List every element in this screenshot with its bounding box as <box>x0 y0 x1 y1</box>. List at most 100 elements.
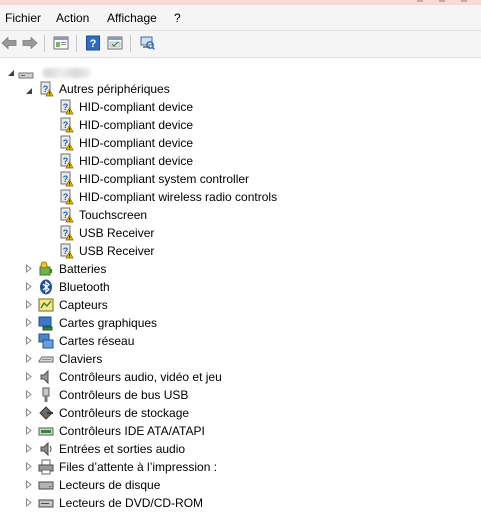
tree-label: HID-compliant device <box>79 100 194 114</box>
svg-text:?: ? <box>63 120 69 130</box>
tree-label: Touchscreen <box>79 208 148 222</box>
tree-category-entrees-sorties-audio[interactable]: Entrées et sorties audio <box>38 440 187 458</box>
svg-text:?: ? <box>63 210 69 220</box>
dvd-drive-icon <box>38 495 54 511</box>
tree-category-cartes-graphiques[interactable]: Cartes graphiques <box>38 314 159 332</box>
unknown-device-warning-icon: ? <box>58 225 74 241</box>
tree-label: Bluetooth <box>59 280 110 294</box>
collapse-arrow-icon[interactable] <box>6 68 15 77</box>
expand-arrow-icon[interactable] <box>24 426 33 435</box>
tree-label: HID-compliant device <box>79 136 194 150</box>
tree-category-capteurs[interactable]: Capteurs <box>38 296 110 314</box>
expand-arrow-icon[interactable] <box>24 264 33 273</box>
display-adapter-icon <box>38 315 54 331</box>
tree-item-device[interactable]: ? Touchscreen <box>58 206 149 224</box>
unknown-device-warning-icon: ? <box>58 243 74 259</box>
expand-arrow-icon[interactable] <box>24 480 33 489</box>
back-arrow-icon[interactable] <box>0 34 18 52</box>
tree-item-device[interactable]: ? HID-compliant device <box>58 134 195 152</box>
tree-category-controleurs-stockage[interactable]: Contrôleurs de stockage <box>38 404 191 422</box>
expand-arrow-icon[interactable] <box>24 444 33 453</box>
menu-bar: Fichier Action Affichage ? <box>0 5 481 31</box>
svg-text:?: ? <box>63 192 69 202</box>
tree-category-batteries[interactable]: Batteries <box>38 260 108 278</box>
tree-category-files-impression[interactable]: Files d’attente à l’impression : <box>38 458 219 476</box>
tree-label: USB Receiver <box>79 244 155 258</box>
properties-window-icon[interactable] <box>52 34 70 52</box>
unknown-device-warning-icon: ? <box>58 207 74 223</box>
tree-item-device[interactable]: ? HID-compliant device <box>58 116 195 134</box>
device-tree: ? Autres périphériques ? HID-compliant d… <box>0 58 481 510</box>
tree-label: Cartes graphiques <box>59 316 158 330</box>
tree-label: USB Receiver <box>79 226 155 240</box>
tree-item-device[interactable]: ? HID-compliant wireless radio controls <box>58 188 279 206</box>
storage-controller-icon <box>38 405 54 421</box>
tree-label: Capteurs <box>59 298 108 312</box>
expand-arrow-icon[interactable] <box>24 354 33 363</box>
expand-arrow-icon[interactable] <box>24 390 33 399</box>
tree-item-device[interactable]: ? HID-compliant device <box>58 152 195 170</box>
help-book-icon[interactable]: ? <box>84 34 102 52</box>
expand-arrow-icon[interactable] <box>24 300 33 309</box>
svg-text:?: ? <box>63 156 69 166</box>
unknown-device-warning-icon: ? <box>58 135 74 151</box>
speaker-icon <box>38 369 54 385</box>
device-view-icon[interactable] <box>106 34 124 52</box>
tree-item-device[interactable]: ? USB Receiver <box>58 242 156 260</box>
tree-label: Contrôleurs de stockage <box>59 406 190 420</box>
collapse-arrow-icon[interactable] <box>24 86 33 95</box>
menu-fichier[interactable]: Fichier <box>5 10 41 26</box>
tree-category-cartes-reseau[interactable]: Cartes réseau <box>38 332 136 350</box>
expand-arrow-icon[interactable] <box>24 462 33 471</box>
menu-affichage[interactable]: Affichage <box>107 10 157 26</box>
tree-label: Contrôleurs audio, vidéo et jeu <box>59 370 222 384</box>
tree-label: Contrôleurs IDE ATA/ATAPI <box>59 424 205 438</box>
tree-category-controleurs-usb[interactable]: Contrôleurs de bus USB <box>38 386 190 404</box>
tree-label: Entrées et sorties audio <box>59 442 186 456</box>
tree-item-device[interactable]: ? HID-compliant device <box>58 98 195 116</box>
menu-help[interactable]: ? <box>174 10 181 26</box>
svg-text:?: ? <box>63 138 69 148</box>
expand-arrow-icon[interactable] <box>24 282 33 291</box>
tree-label: Files d’attente à l’impression : <box>59 460 218 474</box>
toolbar-separator <box>130 35 131 52</box>
svg-text:?: ? <box>63 102 69 112</box>
unknown-device-warning-icon: ? <box>58 189 74 205</box>
svg-text:?: ? <box>63 228 69 238</box>
ide-controller-icon <box>38 423 54 439</box>
tree-label: Autres périphériques <box>59 82 170 96</box>
tree-label: Cartes réseau <box>59 334 135 348</box>
tree-category-controleurs-ide[interactable]: Contrôleurs IDE ATA/ATAPI <box>38 422 207 440</box>
tree-group-autres-peripheriques[interactable]: ? Autres périphériques <box>38 80 172 98</box>
printer-icon <box>38 459 54 475</box>
blurred-hostname <box>43 68 91 78</box>
expand-arrow-icon[interactable] <box>24 372 33 381</box>
tree-category-bluetooth[interactable]: Bluetooth <box>38 278 112 296</box>
scan-hardware-icon[interactable] <box>138 34 156 52</box>
tree-label: Lecteurs de disque <box>59 478 161 492</box>
tree-category-claviers[interactable]: Claviers <box>38 350 104 368</box>
tree-category-lecteurs-dvd[interactable]: Lecteurs de DVD/CD-ROM <box>38 494 205 512</box>
tree-category-lecteurs-disque[interactable]: Lecteurs de disque <box>38 476 162 494</box>
usb-plug-icon <box>38 387 54 403</box>
computer-icon <box>18 65 34 81</box>
tree-item-device[interactable]: ? HID-compliant system controller <box>58 170 251 188</box>
unknown-device-icon: ? <box>38 81 54 97</box>
tree-label: HID-compliant device <box>79 118 194 132</box>
tree-category-controleurs-audio[interactable]: Contrôleurs audio, vidéo et jeu <box>38 368 224 386</box>
expand-arrow-icon[interactable] <box>24 336 33 345</box>
window-controls-edge <box>417 0 467 3</box>
svg-text:?: ? <box>43 84 49 94</box>
expand-arrow-icon[interactable] <box>24 408 33 417</box>
tree-item-device[interactable]: ? USB Receiver <box>58 224 156 242</box>
sensor-icon <box>38 297 54 313</box>
svg-text:?: ? <box>63 174 69 184</box>
expand-arrow-icon[interactable] <box>24 318 33 327</box>
menu-action[interactable]: Action <box>56 10 89 26</box>
unknown-device-warning-icon: ? <box>58 117 74 133</box>
unknown-device-warning-icon: ? <box>58 153 74 169</box>
network-adapter-icon <box>38 333 54 349</box>
audio-io-icon <box>38 441 54 457</box>
svg-text:?: ? <box>63 246 69 256</box>
forward-arrow-icon[interactable] <box>21 34 39 52</box>
